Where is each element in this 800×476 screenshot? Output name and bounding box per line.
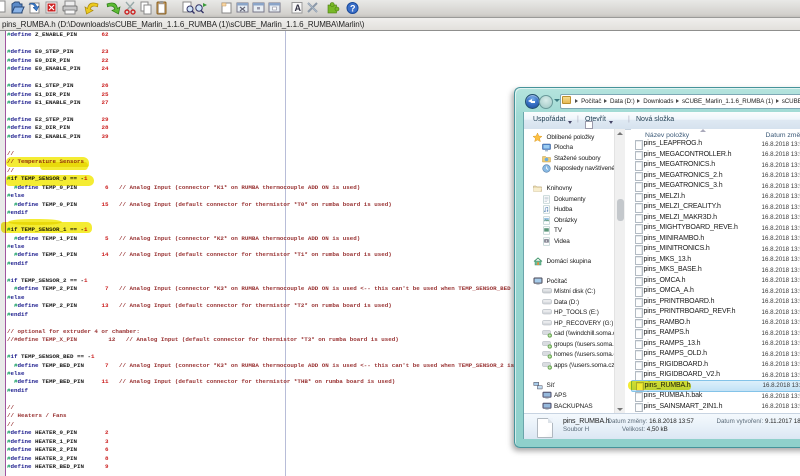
- svg-text:A: A: [295, 3, 302, 13]
- svg-text:?: ?: [350, 4, 356, 14]
